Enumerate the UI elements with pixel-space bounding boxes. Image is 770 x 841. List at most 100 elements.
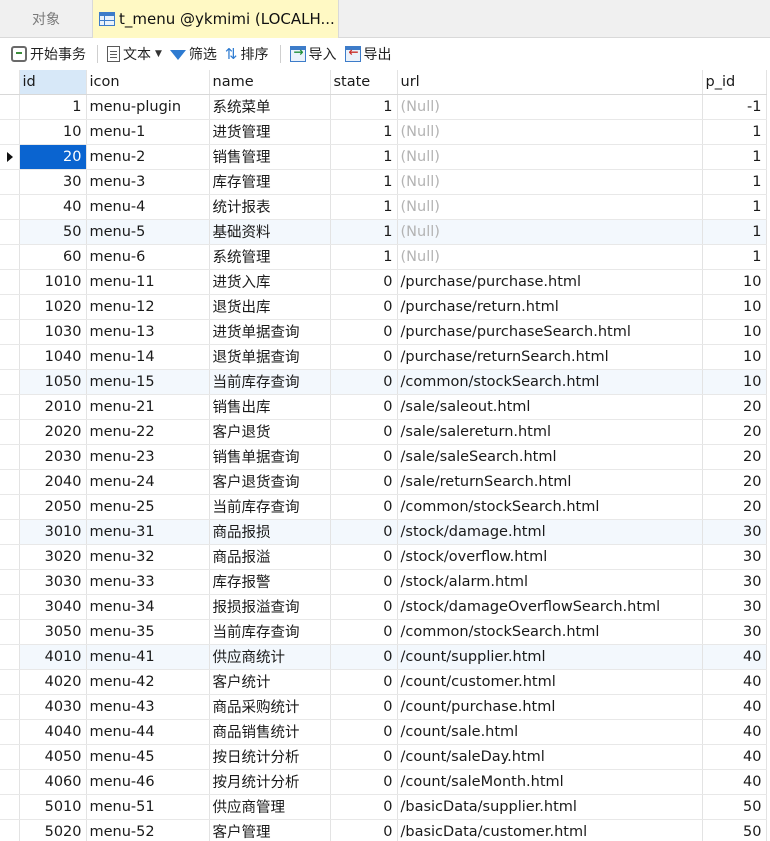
cell-id[interactable]: 2020: [19, 419, 87, 445]
cell-id[interactable]: 3010: [19, 519, 87, 545]
cell-url[interactable]: /purchase/return.html: [397, 294, 703, 320]
row-selector[interactable]: [0, 194, 20, 220]
table-row[interactable]: 3050 menu-35 当前库存查询 0/common/stockSearch.ht…: [0, 619, 767, 645]
row-selector[interactable]: [0, 519, 20, 545]
table-row[interactable]: 20 menu-2 销售管理 1 (Null) 1: [0, 144, 767, 170]
cell-id[interactable]: 4030: [19, 694, 87, 720]
cell-p-id[interactable]: 50: [702, 819, 767, 841]
cell-url[interactable]: /stock/damageOverflowSearch.html: [397, 594, 703, 620]
cell-p-id[interactable]: 40: [702, 644, 767, 670]
row-selector[interactable]: [0, 369, 20, 395]
table-row[interactable]: 4050 menu-45 按日统计分析 0/count/saleDay.html 40: [0, 744, 767, 770]
row-selector[interactable]: [0, 244, 20, 270]
cell-p-id[interactable]: 40: [702, 719, 767, 745]
cell-id[interactable]: 40: [19, 194, 87, 220]
cell-icon[interactable]: menu-6: [86, 244, 210, 270]
cell-url[interactable]: /sale/saleSearch.html: [397, 444, 703, 470]
cell-name[interactable]: 系统管理: [209, 244, 331, 270]
cell-icon[interactable]: menu-2: [86, 144, 210, 170]
cell-p-id[interactable]: 40: [702, 694, 767, 720]
cell-state[interactable]: 0: [330, 344, 398, 370]
table-row[interactable]: 2040 menu-24 客户退货查询 0/sale/returnSearch.htm…: [0, 469, 767, 495]
cell-p-id[interactable]: 20: [702, 394, 767, 420]
row-selector[interactable]: [0, 344, 20, 370]
table-row[interactable]: 10 menu-1 进货管理 1 (Null) 1: [0, 119, 767, 145]
tab-objects[interactable]: 对象: [0, 0, 92, 38]
cell-state[interactable]: 0: [330, 694, 398, 720]
cell-name[interactable]: 进货单据查询: [209, 319, 331, 345]
cell-id[interactable]: 20: [19, 144, 87, 170]
cell-name[interactable]: 商品采购统计: [209, 694, 331, 720]
cell-url[interactable]: (Null): [397, 119, 703, 145]
cell-id[interactable]: 30: [19, 169, 87, 195]
row-selector[interactable]: [0, 119, 20, 145]
table-row[interactable]: 1010 menu-11 进货入库 0/purchase/purchase.html 1…: [0, 269, 767, 295]
cell-name[interactable]: 商品报损: [209, 519, 331, 545]
cell-icon[interactable]: menu-25: [86, 494, 210, 520]
cell-state[interactable]: 0: [330, 569, 398, 595]
cell-icon[interactable]: menu-1: [86, 119, 210, 145]
cell-name[interactable]: 进货入库: [209, 269, 331, 295]
cell-p-id[interactable]: 30: [702, 569, 767, 595]
table-row[interactable]: 4060 menu-46 按月统计分析 0/count/saleMonth.html 4…: [0, 769, 767, 795]
cell-id[interactable]: 3040: [19, 594, 87, 620]
data-grid[interactable]: id icon name state url p_id 1 menu-plugin…: [0, 70, 770, 841]
cell-name[interactable]: 销售单据查询: [209, 444, 331, 470]
cell-name[interactable]: 当前库存查询: [209, 619, 331, 645]
cell-id[interactable]: 2030: [19, 444, 87, 470]
cell-id[interactable]: 1: [19, 94, 87, 120]
cell-name[interactable]: 客户管理: [209, 819, 331, 841]
cell-icon[interactable]: menu-41: [86, 644, 210, 670]
cell-icon[interactable]: menu-3: [86, 169, 210, 195]
cell-name[interactable]: 客户退货查询: [209, 469, 331, 495]
cell-url[interactable]: /common/stockSearch.html: [397, 369, 703, 395]
cell-name[interactable]: 报损报溢查询: [209, 594, 331, 620]
cell-url[interactable]: /count/supplier.html: [397, 644, 703, 670]
cell-url[interactable]: /common/stockSearch.html: [397, 494, 703, 520]
cell-p-id[interactable]: 1: [702, 169, 767, 195]
cell-name[interactable]: 销售出库: [209, 394, 331, 420]
cell-p-id[interactable]: 20: [702, 419, 767, 445]
cell-icon[interactable]: menu-32: [86, 544, 210, 570]
cell-p-id[interactable]: 20: [702, 444, 767, 470]
cell-id[interactable]: 1010: [19, 269, 87, 295]
cell-name[interactable]: 供应商统计: [209, 644, 331, 670]
cell-p-id[interactable]: 10: [702, 319, 767, 345]
tab-t-menu[interactable]: t_menu @ykmimi (LOCALH...: [92, 0, 339, 38]
cell-state[interactable]: 0: [330, 494, 398, 520]
cell-url[interactable]: /count/saleMonth.html: [397, 769, 703, 795]
table-row[interactable]: 3030 menu-33 库存报警 0/stock/alarm.html 30: [0, 569, 767, 595]
column-header-p-id[interactable]: p_id: [702, 70, 767, 95]
row-selector[interactable]: [0, 719, 20, 745]
cell-url[interactable]: (Null): [397, 144, 703, 170]
table-row[interactable]: 1050 menu-15 当前库存查询 0/common/stockSearch.ht…: [0, 369, 767, 395]
cell-state[interactable]: 0: [330, 794, 398, 820]
cell-icon[interactable]: menu-11: [86, 269, 210, 295]
cell-state[interactable]: 0: [330, 719, 398, 745]
column-header-id[interactable]: id: [19, 70, 87, 95]
cell-icon[interactable]: menu-45: [86, 744, 210, 770]
sort-button[interactable]: ⇅ 排序: [222, 42, 272, 66]
cell-url[interactable]: (Null): [397, 94, 703, 120]
cell-url[interactable]: /sale/returnSearch.html: [397, 469, 703, 495]
cell-icon[interactable]: menu-24: [86, 469, 210, 495]
cell-name[interactable]: 当前库存查询: [209, 494, 331, 520]
cell-state[interactable]: 0: [330, 319, 398, 345]
cell-p-id[interactable]: -1: [702, 94, 767, 120]
table-row[interactable]: 2050 menu-25 当前库存查询 0/common/stockSearch.ht…: [0, 494, 767, 520]
cell-name[interactable]: 销售管理: [209, 144, 331, 170]
column-header-name[interactable]: name: [209, 70, 331, 95]
cell-p-id[interactable]: 50: [702, 794, 767, 820]
cell-p-id[interactable]: 10: [702, 294, 767, 320]
cell-id[interactable]: 4040: [19, 719, 87, 745]
cell-url[interactable]: /sale/saleout.html: [397, 394, 703, 420]
text-view-button[interactable]: 文本 ▼: [104, 42, 165, 66]
cell-icon[interactable]: menu-46: [86, 769, 210, 795]
chevron-down-icon[interactable]: ▼: [155, 49, 162, 59]
cell-id[interactable]: 10: [19, 119, 87, 145]
cell-id[interactable]: 2050: [19, 494, 87, 520]
table-row[interactable]: 4030 menu-43 商品采购统计 0/count/purchase.html 40: [0, 694, 767, 720]
cell-icon[interactable]: menu-33: [86, 569, 210, 595]
cell-name[interactable]: 当前库存查询: [209, 369, 331, 395]
cell-name[interactable]: 供应商管理: [209, 794, 331, 820]
